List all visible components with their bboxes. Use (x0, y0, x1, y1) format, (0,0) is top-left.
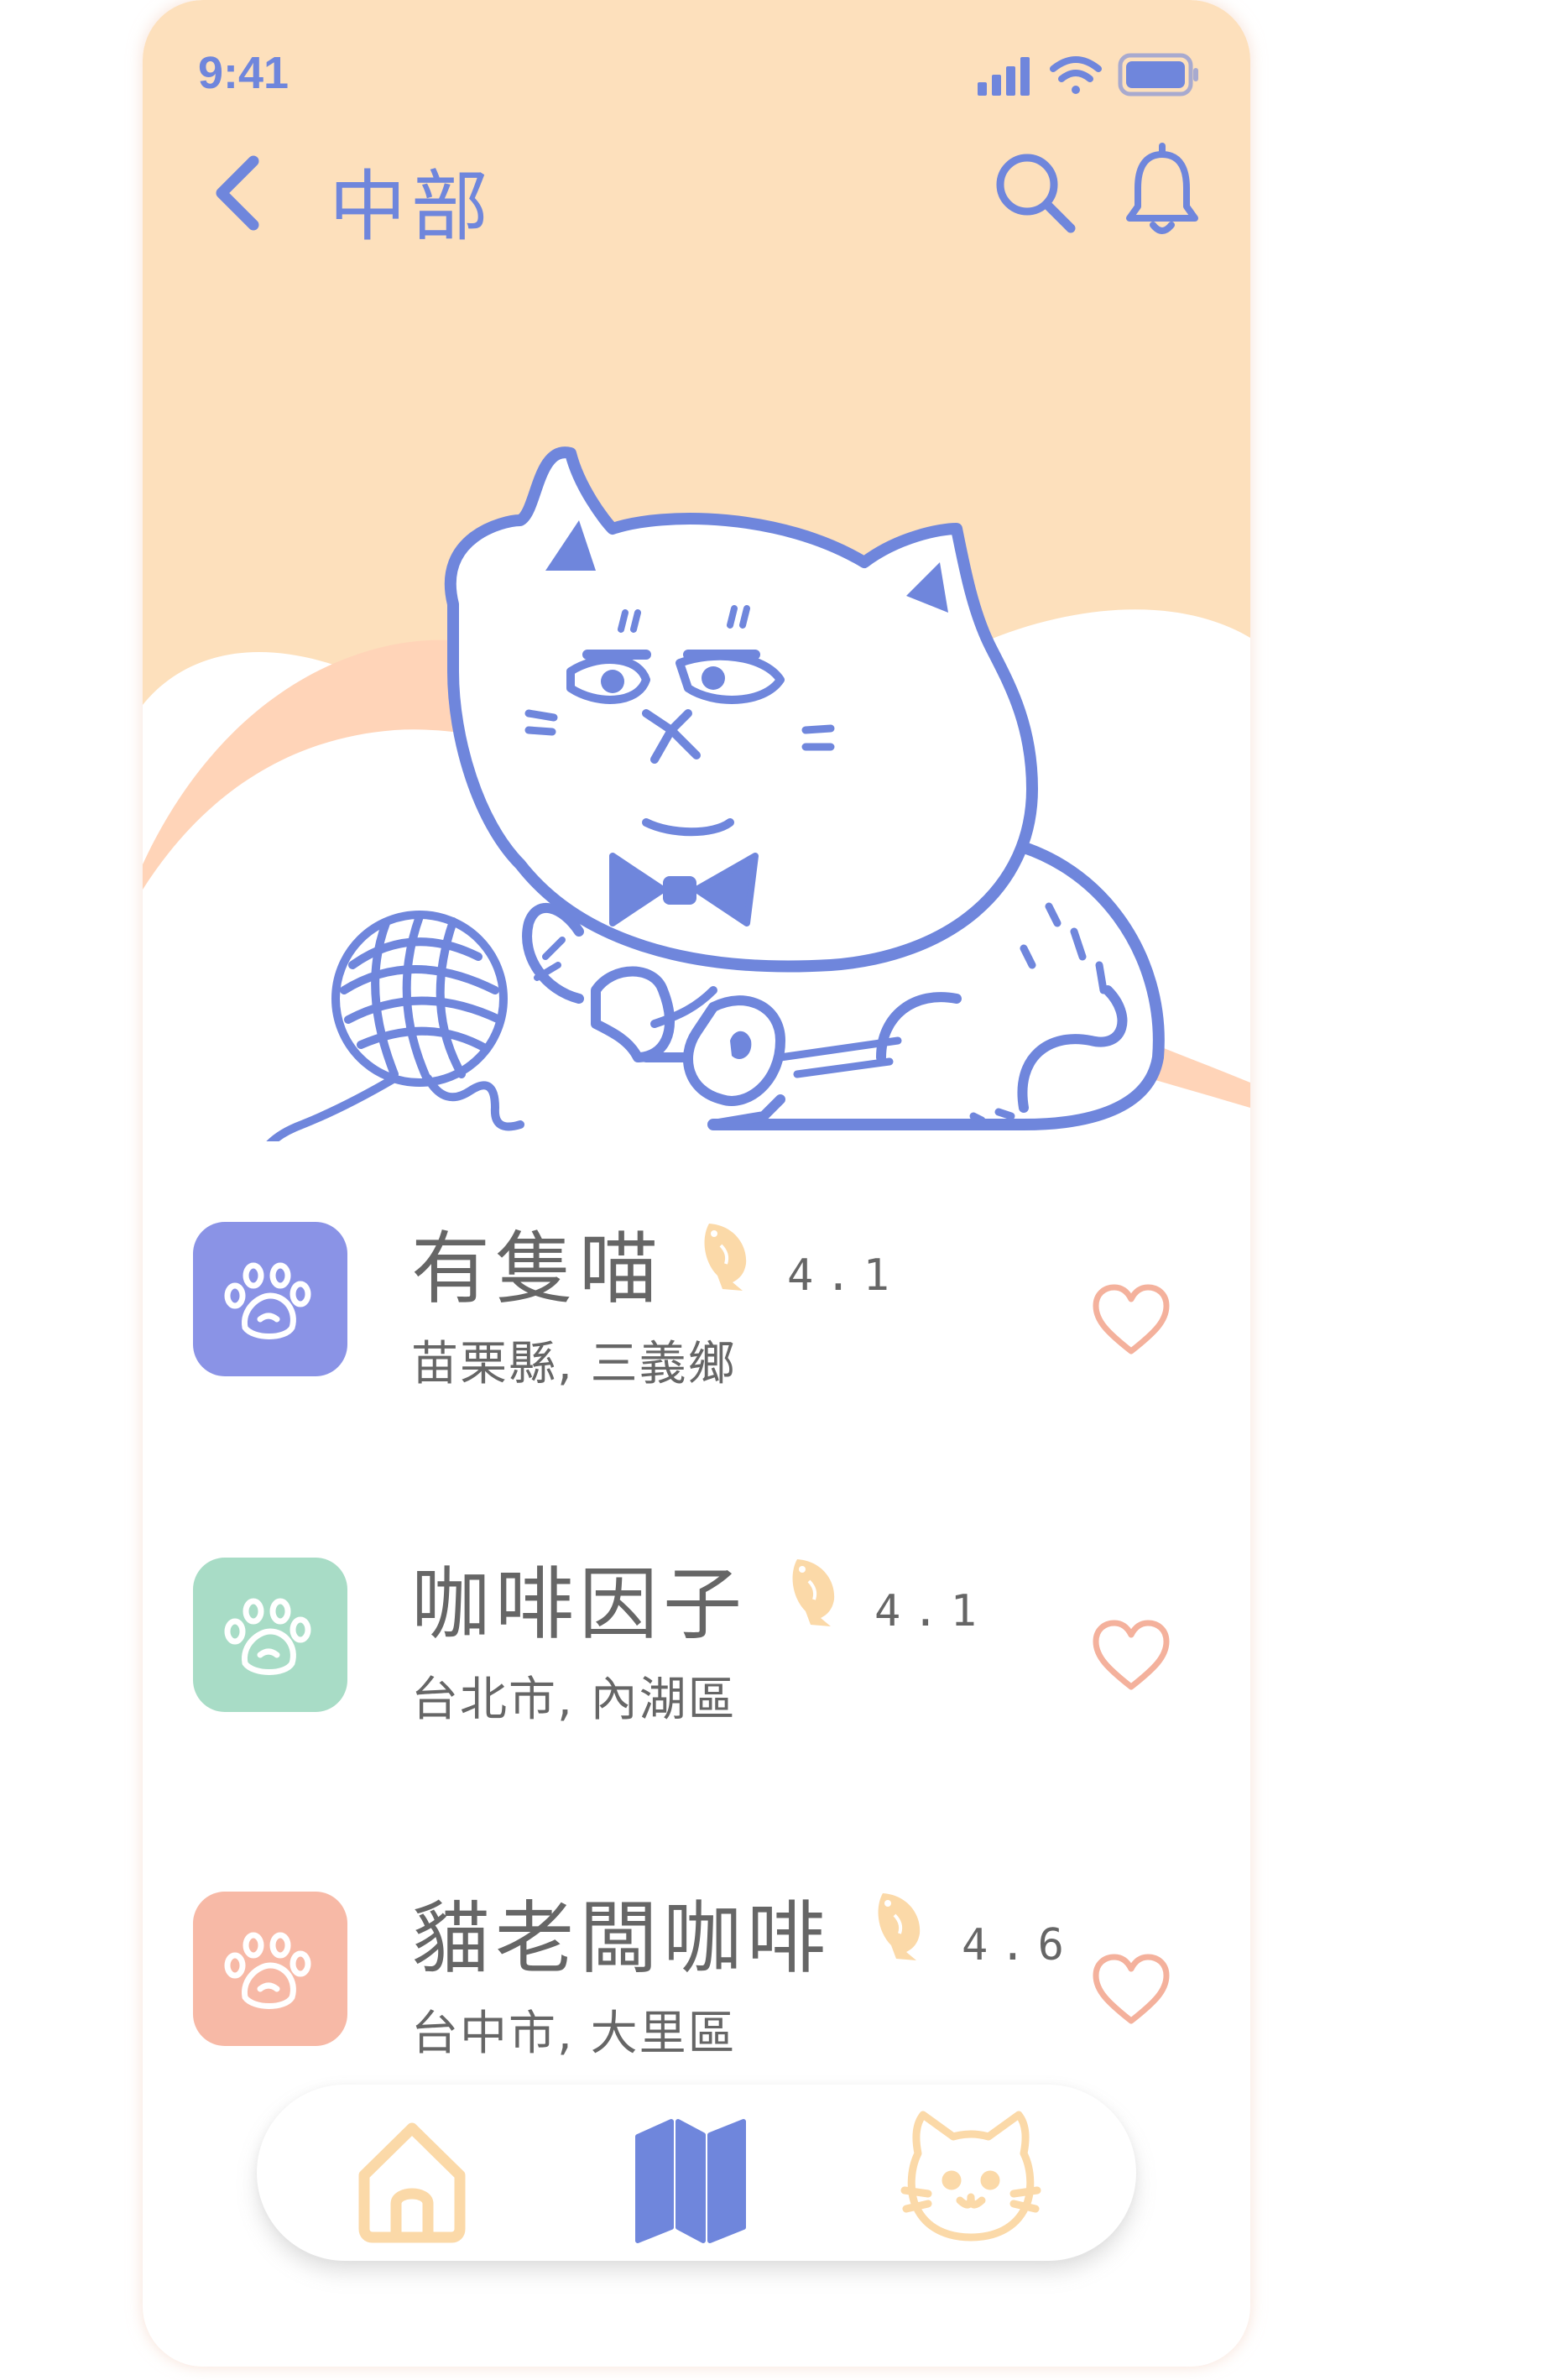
search-icon[interactable] (990, 148, 1077, 235)
list-item[interactable]: 貓老闆咖啡 4.6 台中市, 大里區 (143, 1875, 1250, 2076)
cafe-location: 苗栗縣, 三義鄉 (411, 1337, 737, 1391)
cafe-location: 台北市, 內湖區 (411, 1673, 737, 1727)
yarn-ball-icon (266, 911, 524, 1141)
cafe-name: 貓老闆咖啡 (411, 1893, 832, 1985)
phone-screen: 9:41 中部 有隻喵 4.1 苗栗縣, 三義鄉 咖啡因子 4.1 台北市, 內… (143, 0, 1250, 2367)
paw-icon (193, 1558, 347, 1712)
cellular-signal-icon (978, 57, 1030, 96)
wifi-icon (1050, 56, 1102, 94)
status-icons (978, 53, 1198, 97)
rating-value: 4.1 (787, 1250, 901, 1301)
heart-icon[interactable] (1091, 1952, 1171, 2028)
list-item[interactable]: 咖啡因子 4.1 台北市, 內湖區 (143, 1541, 1250, 1742)
rating-value: 4.1 (874, 1586, 988, 1636)
tab-bar (257, 2085, 1136, 2261)
battery-icon (1118, 53, 1198, 97)
fish-icon (878, 1893, 921, 1960)
bell-icon[interactable] (1124, 143, 1200, 237)
heart-icon[interactable] (1091, 1618, 1171, 1694)
cafe-name: 有隻喵 (411, 1224, 664, 1315)
paw-icon (193, 1222, 347, 1376)
heart-icon[interactable] (1091, 1282, 1171, 1358)
fish-icon (704, 1224, 747, 1291)
bottom-divider (143, 2333, 1250, 2367)
status-bar: 9:41 (143, 0, 1250, 126)
home-icon[interactable] (341, 2103, 483, 2246)
map-icon[interactable] (619, 2103, 762, 2246)
cafe-location: 台中市, 大里區 (411, 2007, 737, 2061)
cat-illustration (266, 446, 1165, 1141)
page-title: 中部 (329, 162, 494, 252)
cafe-name: 咖啡因子 (411, 1559, 748, 1651)
nav-header: 中部 (143, 134, 1250, 252)
fish-icon (792, 1559, 835, 1626)
list-item[interactable]: 有隻喵 4.1 苗栗縣, 三義鄉 (143, 1205, 1250, 1407)
back-chevron-icon[interactable] (201, 149, 277, 233)
paw-icon (193, 1892, 347, 2046)
cat-face-icon[interactable] (900, 2103, 1042, 2246)
rating-value: 4.6 (962, 1920, 1076, 1970)
status-time: 9:41 (198, 48, 290, 98)
